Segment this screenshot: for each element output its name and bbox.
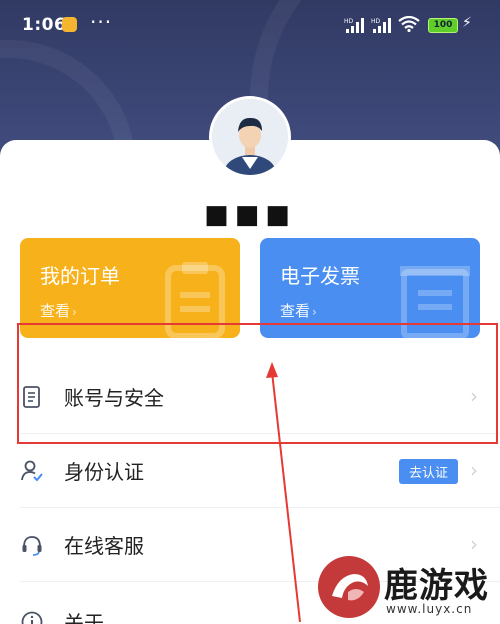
signal-icon: HD (344, 18, 364, 33)
watermark-brand: 鹿游戏 (384, 566, 489, 606)
highlight-box (17, 323, 498, 444)
battery-icon: 100 (428, 18, 458, 33)
tile-title: 我的订单 (40, 264, 120, 288)
info-icon (21, 611, 43, 624)
tile-title: 电子发票 (280, 264, 360, 288)
watermark: 鹿游戏 www.luyx.cn (318, 556, 500, 624)
menu-item-label: 关于 (64, 611, 104, 624)
user-avatar-icon (212, 99, 288, 175)
wifi-icon (398, 16, 420, 32)
status-bar: 1:06 ··· HD HD 100 ⚡ (0, 0, 500, 52)
chevron-right-icon: › (470, 458, 478, 482)
user-check-icon (21, 460, 43, 482)
chevron-right-icon: › (72, 305, 77, 319)
svg-text:HD: HD (371, 18, 381, 25)
tile-view-link[interactable]: 查看 › (40, 300, 77, 321)
signal-icon: HD (371, 18, 391, 33)
deer-logo-icon (318, 556, 380, 618)
username: ■■■ (204, 200, 296, 230)
chevron-right-icon: › (312, 305, 317, 319)
svg-text:HD: HD (344, 18, 354, 25)
headset-icon (22, 536, 42, 556)
tile-view-link[interactable]: 查看 › (280, 300, 317, 321)
menu-item-identity-verification[interactable]: 身份认证 去认证 › (0, 434, 500, 508)
charging-icon: ⚡ (462, 15, 472, 31)
status-time: 1:06 (22, 15, 67, 35)
watermark-url: www.luyx.cn (386, 602, 473, 616)
menu-item-label: 身份认证 (64, 460, 144, 484)
avatar[interactable] (209, 96, 291, 178)
app-notification-icon (62, 17, 77, 32)
verify-badge-button[interactable]: 去认证 (398, 459, 458, 484)
menu-item-label: 在线客服 (64, 534, 144, 558)
more-notifications: ··· (90, 10, 113, 34)
chevron-right-icon: › (470, 532, 478, 556)
